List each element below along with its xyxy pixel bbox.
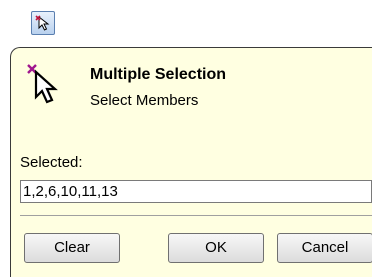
selected-label: Selected:: [20, 154, 83, 171]
dialog-subtitle: Select Members: [90, 92, 199, 109]
divider: [20, 215, 372, 216]
dialog-title: Multiple Selection: [90, 66, 227, 83]
ok-button[interactable]: OK: [168, 233, 264, 263]
pointer-icon: [35, 15, 50, 31]
selected-members-field[interactable]: [20, 180, 372, 203]
multi-select-cursor-icon: [27, 64, 58, 104]
clear-button[interactable]: Clear: [24, 233, 120, 263]
multiple-selection-tool-button[interactable]: [31, 11, 55, 35]
multiple-selection-dialog: Multiple Selection Select Members Select…: [10, 47, 372, 277]
cancel-button[interactable]: Cancel: [277, 233, 372, 263]
